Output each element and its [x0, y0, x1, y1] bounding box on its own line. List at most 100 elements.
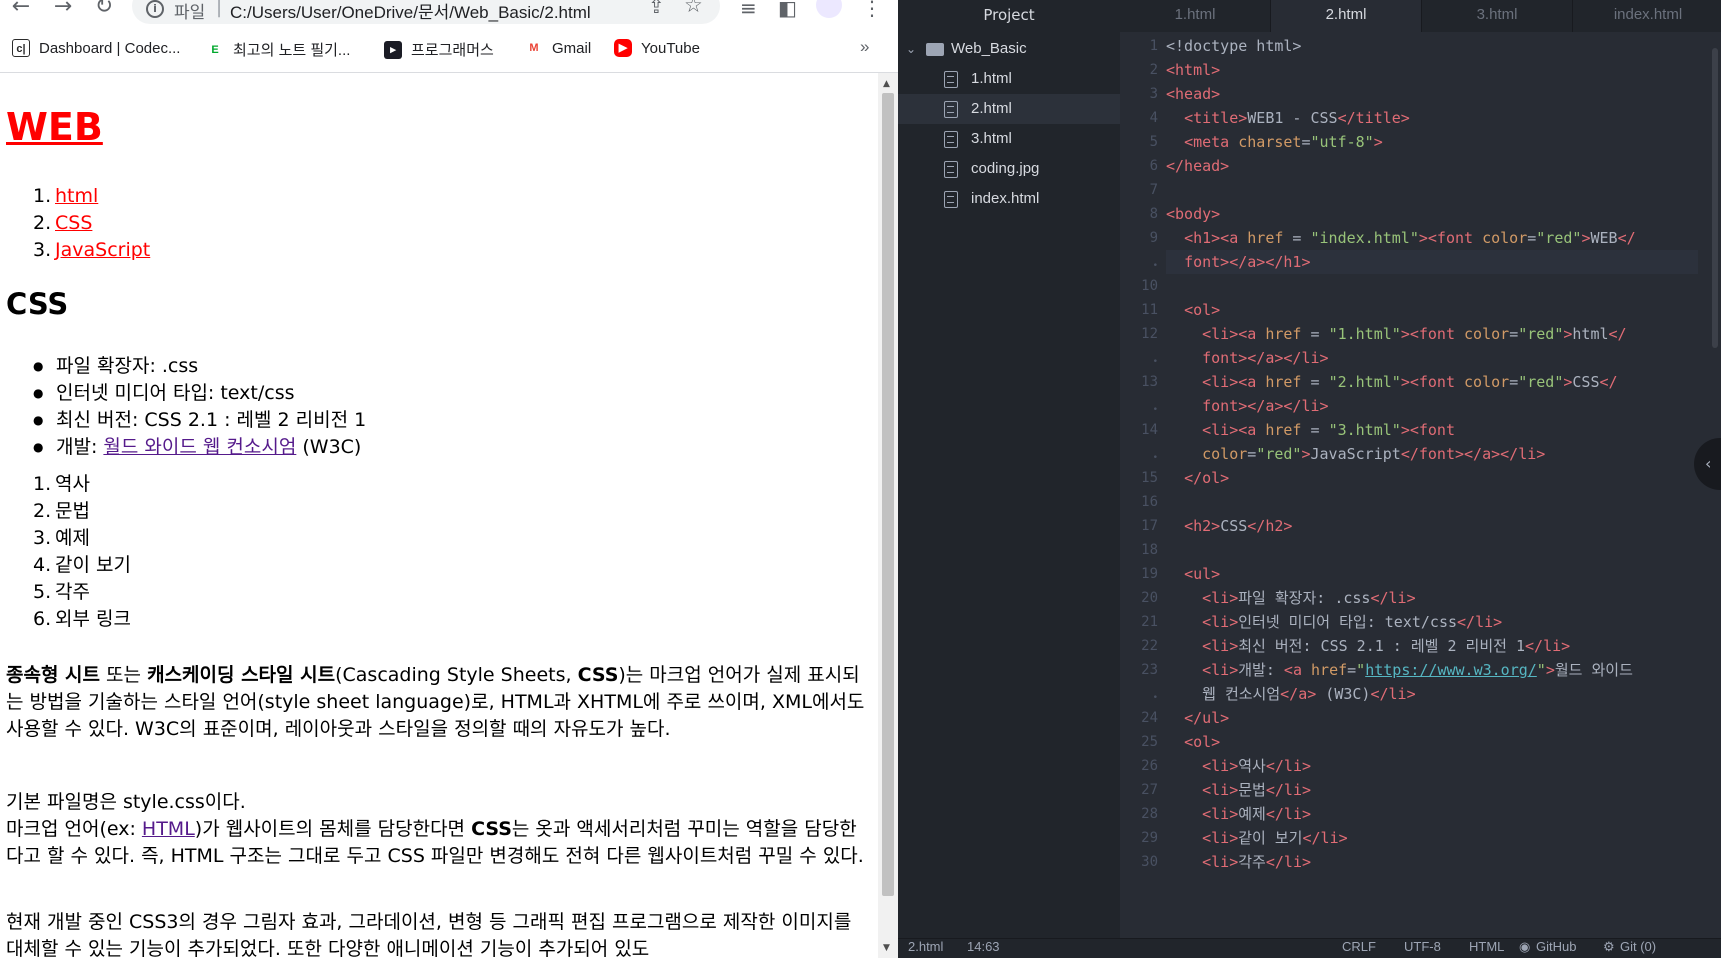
github-icon[interactable]: ◉ — [1519, 939, 1530, 955]
code-line[interactable]: </ol> — [1166, 466, 1229, 490]
line-number: 5 — [1149, 134, 1158, 150]
status-file-name[interactable]: 2.html — [908, 939, 943, 954]
menu-icon[interactable]: ⋮ — [862, 0, 882, 20]
tab-3-html[interactable]: 3.html — [1422, 0, 1573, 32]
codecademy-icon: c| — [12, 39, 30, 57]
bookmark-star-icon[interactable]: ☆ — [684, 0, 703, 17]
line-number: 17 — [1141, 518, 1158, 534]
nav-link-html[interactable]: html — [55, 185, 98, 207]
tree-file-3-html[interactable]: 3.html — [898, 124, 1120, 154]
nav-link-javascript[interactable]: JavaScript — [55, 239, 150, 261]
code-line[interactable]: <li>문법</li> — [1166, 778, 1311, 802]
profile-avatar[interactable] — [816, 0, 842, 18]
code-line[interactable]: <head> — [1166, 82, 1220, 106]
bookmark-label: Dashboard | Codec... — [39, 39, 181, 57]
address-bar[interactable]: i 파일 | C:/Users/User/OneDrive/문서/Web_Bas… — [132, 0, 720, 24]
toc-list: 1. 역사 2. 문법 3. 예제 4. 같이 보기 5. 각주 6. 외부 링크 — [33, 471, 131, 633]
tree-file-1-html[interactable]: 1.html — [898, 64, 1120, 94]
bookmarks-overflow-icon[interactable]: » — [860, 37, 869, 57]
code-line[interactable]: <li><a href = "2.html"><font color="red"… — [1166, 370, 1617, 394]
browser-toolbar: ← → ↻ i 파일 | C:/Users/User/OneDrive/문서/W… — [0, 0, 898, 24]
scrollbar-thumb[interactable] — [1712, 48, 1718, 348]
status-git[interactable]: Git (0) — [1620, 939, 1656, 954]
site-info-icon[interactable]: i — [146, 0, 164, 18]
tab-1-html[interactable]: 1.html — [1120, 0, 1271, 32]
tab-index-html[interactable]: index.html — [1573, 0, 1721, 32]
tree-folder-web-basic[interactable]: ⌄ Web_Basic — [898, 34, 1120, 64]
status-grammar[interactable]: HTML — [1469, 939, 1504, 954]
scroll-up-arrow-icon[interactable]: ▲ — [883, 79, 890, 89]
page-scrollbar[interactable]: ▲ ▼ — [878, 73, 898, 958]
status-line-ending[interactable]: CRLF — [1342, 939, 1376, 954]
code-line[interactable]: <meta charset="utf-8"> — [1166, 130, 1383, 154]
bookmark-gmail[interactable]: M Gmail — [525, 39, 591, 57]
tab-2-html[interactable]: 2.html — [1271, 0, 1422, 32]
code-line[interactable]: <li>인터넷 미디어 타입: text/css</li> — [1166, 610, 1502, 634]
code-line[interactable]: color="red">JavaScript</font></a></li> — [1166, 442, 1545, 466]
url-text[interactable]: C:/Users/User/OneDrive/문서/Web_Basic/2.ht… — [230, 0, 591, 23]
code-line[interactable]: <li>예제</li> — [1166, 802, 1311, 826]
line-number: 3 — [1149, 86, 1158, 102]
code-line[interactable]: <!doctype html> — [1166, 34, 1301, 58]
code-line[interactable]: <li><a href = "1.html"><font color="red"… — [1166, 322, 1626, 346]
line-number: 19 — [1141, 566, 1158, 582]
html-link[interactable]: HTML — [142, 818, 195, 840]
git-icon[interactable]: ⚙ — [1603, 939, 1615, 955]
list-item: 6. 외부 링크 — [33, 608, 131, 630]
side-panel-icon[interactable]: ◧ — [778, 0, 797, 20]
code-line[interactable]: <li>같이 보기</li> — [1166, 826, 1348, 850]
code-line[interactable]: <title>WEB1 - CSS</title> — [1166, 106, 1410, 130]
scrollbar-thumb[interactable] — [882, 93, 894, 896]
code-line[interactable]: font></a></li> — [1166, 394, 1328, 418]
code-line[interactable]: font></a></h1> — [1166, 250, 1698, 274]
bookmark-programmers[interactable]: ▸ 프로그래머스 — [384, 39, 494, 60]
tree-file-index-html[interactable]: index.html — [898, 184, 1120, 214]
reload-button[interactable]: ↻ — [91, 0, 117, 20]
file-label: 1.html — [971, 70, 1012, 87]
code-line[interactable]: 웹 컨소시엄</a> (W3C)</li> — [1166, 682, 1416, 706]
toc-item-label: 각주 — [55, 581, 90, 603]
back-button[interactable]: ← — [8, 0, 34, 20]
code-line[interactable]: <html> — [1166, 58, 1220, 82]
scroll-down-arrow-icon[interactable]: ▼ — [883, 943, 890, 953]
code-line[interactable]: <li>파일 확장자: .css</li> — [1166, 586, 1416, 610]
status-github[interactable]: GitHub — [1536, 939, 1576, 954]
bookmark-evernote[interactable]: E 최고의 노트 필기... — [206, 39, 350, 60]
code-line[interactable]: <h2>CSS</h2> — [1166, 514, 1292, 538]
youtube-icon: ▶ — [614, 39, 632, 57]
code-line[interactable]: <li>개발: <a href="https://www.w3.org/">월드… — [1166, 658, 1633, 682]
code-line[interactable]: </head> — [1166, 154, 1229, 178]
forward-button[interactable]: → — [50, 0, 76, 20]
bookmark-youtube[interactable]: ▶ YouTube — [614, 39, 700, 57]
media-control-icon[interactable]: ≡ — [740, 0, 757, 20]
code-line[interactable]: <li>역사</li> — [1166, 754, 1311, 778]
w3c-link[interactable]: 월드 와이드 웹 컨소시엄 — [103, 436, 296, 458]
tree-file-coding-jpg[interactable]: coding.jpg — [898, 154, 1120, 184]
code-line[interactable]: <ol> — [1166, 730, 1220, 754]
line-number: 11 — [1141, 302, 1158, 318]
project-tree: ⌄ Web_Basic 1.html 2.html 3.html coding.… — [898, 32, 1120, 938]
home-link[interactable]: WEB — [6, 105, 103, 149]
code-line[interactable]: <body> — [1166, 202, 1220, 226]
code-line[interactable]: <ol> — [1166, 298, 1220, 322]
code-area[interactable]: <!doctype html> <html> <head> <title>WEB1 … — [1166, 32, 1698, 938]
line-number: 9 — [1149, 230, 1158, 246]
share-icon[interactable]: ⇪ — [648, 0, 665, 18]
nav-link-css[interactable]: CSS — [55, 212, 92, 234]
tree-file-2-html[interactable]: 2.html — [898, 94, 1120, 124]
code-line[interactable]: font></a></li> — [1166, 346, 1328, 370]
list-item: 3. 예제 — [33, 527, 90, 549]
folder-icon — [926, 43, 944, 56]
code-line[interactable]: <li><a href = "3.html"><font — [1166, 418, 1455, 442]
status-cursor-position[interactable]: 14:63 — [967, 939, 1000, 954]
code-line[interactable]: <li>각주</li> — [1166, 850, 1311, 874]
nav-list: 1. html 2. CSS 3. JavaScript — [33, 183, 150, 264]
code-line[interactable]: </ul> — [1166, 706, 1229, 730]
status-encoding[interactable]: UTF-8 — [1404, 939, 1441, 954]
bookmark-codecademy[interactable]: c| Dashboard | Codec... — [12, 39, 180, 57]
code-line[interactable]: <ul> — [1166, 562, 1220, 586]
code-line[interactable]: <h1><a href = "index.html"><font color="… — [1166, 226, 1636, 250]
code-line[interactable]: <li>최신 버전: CSS 2.1 : 레벨 2 리비전 1</li> — [1166, 634, 1570, 658]
list-item: 인터넷 미디어 타입: text/css — [33, 380, 366, 407]
list-item: 최신 버전: CSS 2.1 : 레벨 2 리비전 1 — [33, 407, 366, 434]
